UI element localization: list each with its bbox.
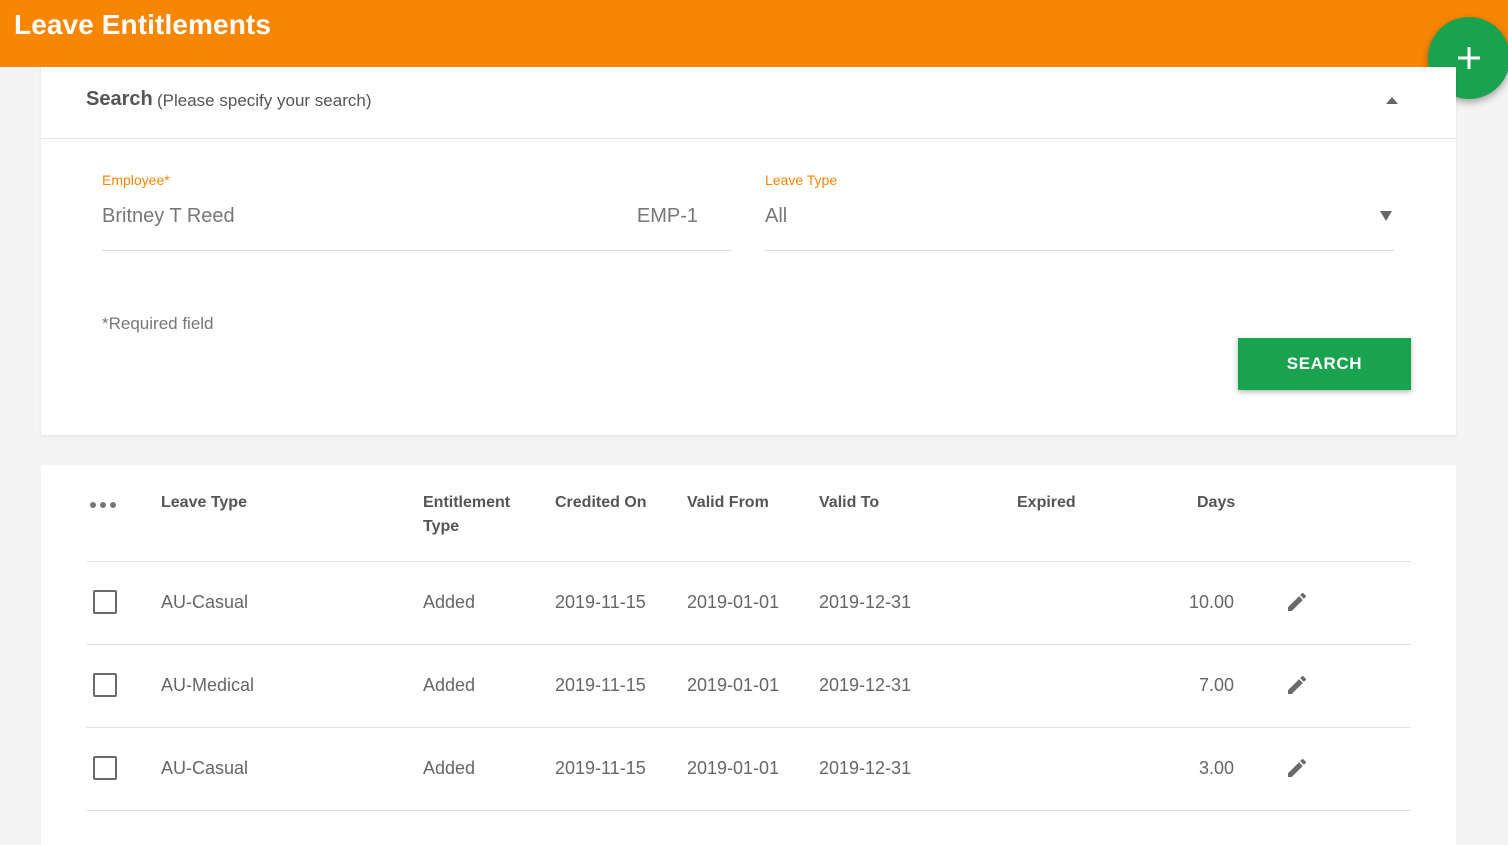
edit-pencil-icon[interactable] xyxy=(1285,590,1309,614)
row-checkbox[interactable] xyxy=(93,673,117,697)
leave-type-label: Leave Type xyxy=(765,172,838,188)
top-bar: Leave Entitlements xyxy=(0,0,1508,67)
cell-leave-type: AU-Casual xyxy=(161,592,249,612)
cell-valid-from: 2019-01-01 xyxy=(687,592,780,612)
dropdown-arrow-icon xyxy=(1380,211,1392,221)
required-mark: * xyxy=(164,172,170,188)
column-header-valid-from[interactable]: Valid From xyxy=(687,491,769,515)
search-button[interactable]: SEARCH xyxy=(1238,338,1411,390)
cell-days: 10.00 xyxy=(1188,592,1234,612)
cell-leave-type: AU-Casual xyxy=(161,758,249,778)
edit-pencil-icon[interactable] xyxy=(1285,756,1309,780)
column-header-expired[interactable]: Expired xyxy=(1017,491,1076,515)
row-checkbox[interactable] xyxy=(93,590,117,614)
employee-label: Employee xyxy=(102,172,165,188)
cell-credited-on: 2019-11-15 xyxy=(555,592,646,612)
column-header-credited-on[interactable]: Credited On xyxy=(555,491,647,515)
row-checkbox[interactable] xyxy=(93,756,117,780)
column-header-valid-to[interactable]: Valid To xyxy=(819,491,879,515)
employee-label-wrap: Employee* xyxy=(102,172,170,188)
leave-type-value: All xyxy=(765,205,788,227)
cell-valid-from: 2019-01-01 xyxy=(687,758,780,778)
row-divider xyxy=(86,810,1411,811)
leave-type-select[interactable]: Leave Type All xyxy=(765,167,1394,251)
page-title: Leave Entitlements xyxy=(14,9,271,40)
cell-days: 7.00 xyxy=(1198,675,1234,695)
search-hint: (Please specify your search) xyxy=(157,91,372,110)
column-header-leave-type[interactable]: Leave Type xyxy=(161,491,247,515)
cell-valid-to: 2019-12-31 xyxy=(819,758,912,778)
search-panel-header: Search (Please specify your search) xyxy=(41,67,1456,139)
employee-field[interactable]: Employee* Britney T Reed EMP-1 xyxy=(102,167,731,251)
row-divider xyxy=(86,644,1411,645)
cell-valid-to: 2019-12-31 xyxy=(819,592,912,612)
employee-name: Britney T Reed xyxy=(102,205,235,227)
more-options-icon[interactable] xyxy=(89,501,117,509)
employee-underline xyxy=(102,250,731,251)
leave-type-underline xyxy=(765,250,1394,251)
header-divider xyxy=(86,561,1411,562)
cell-entitlement-type: Added xyxy=(423,758,476,778)
cell-entitlement-type: Added xyxy=(423,675,476,695)
column-header-days[interactable]: Days xyxy=(1197,491,1235,515)
cell-valid-from: 2019-01-01 xyxy=(687,675,780,695)
cell-days: 3.00 xyxy=(1198,758,1234,778)
plus-icon xyxy=(1458,47,1480,69)
column-header-entitlement-type[interactable]: Entitlement Type xyxy=(423,491,523,539)
search-panel: Search (Please specify your search) Empl… xyxy=(41,67,1456,435)
cell-entitlement-type: Added xyxy=(423,592,476,612)
cell-credited-on: 2019-11-15 xyxy=(555,675,646,695)
cell-credited-on: 2019-11-15 xyxy=(555,758,646,778)
cell-valid-to: 2019-12-31 xyxy=(819,675,912,695)
employee-id: EMP-1 xyxy=(636,205,698,227)
entitlements-table: Leave Type Entitlement Type Credited On … xyxy=(41,465,1456,845)
required-field-note: *Required field xyxy=(102,314,214,333)
collapse-up-icon[interactable] xyxy=(1384,94,1400,106)
row-divider xyxy=(86,727,1411,728)
cell-leave-type: AU-Medical xyxy=(161,675,255,695)
edit-pencil-icon[interactable] xyxy=(1285,673,1309,697)
search-title: Search xyxy=(86,88,153,110)
